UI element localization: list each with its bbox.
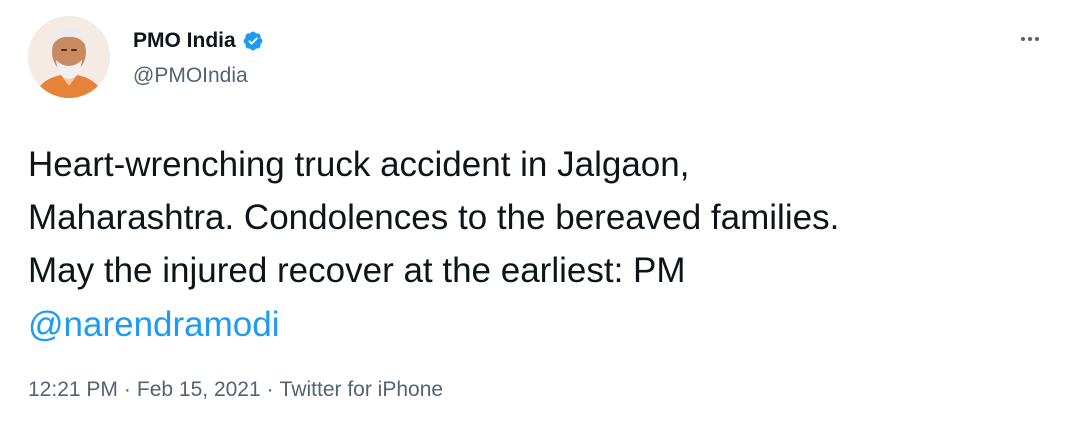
author-handle[interactable]: @PMOIndia <box>133 63 248 89</box>
meta-separator: · <box>123 378 131 401</box>
author-display-name[interactable]: PMO India <box>133 28 236 54</box>
author-name-row: PMO India <box>133 28 264 54</box>
tweet-text: Heart-wrenching truck accident in Jalgao… <box>28 145 840 290</box>
avatar-image <box>28 16 110 98</box>
tweet-source[interactable]: Twitter for iPhone <box>280 376 443 404</box>
more-options-icon[interactable] <box>1015 24 1045 54</box>
tweet-mention-link[interactable]: @narendramodi <box>28 298 280 351</box>
tweet-meta: 12:21 PM · Feb 15, 2021 · Twitter for iP… <box>28 376 443 404</box>
tweet-date[interactable]: Feb 15, 2021 <box>137 376 261 404</box>
tweet-card: PMO India @PMOIndia Heart-wrenching truc… <box>0 0 1073 421</box>
meta-separator: · <box>266 378 274 401</box>
tweet-time[interactable]: 12:21 PM <box>28 376 118 404</box>
avatar[interactable] <box>28 16 110 98</box>
verified-badge-icon <box>242 30 264 52</box>
